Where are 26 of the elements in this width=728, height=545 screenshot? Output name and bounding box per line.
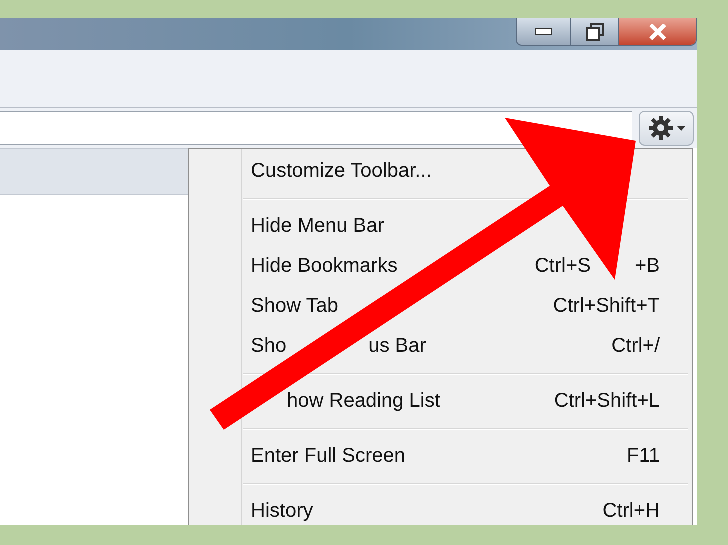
shortcut-text: Ctrl+S xyxy=(534,256,591,276)
minimize-button[interactable] xyxy=(517,18,571,45)
caret-icon xyxy=(676,126,686,130)
minimize-icon xyxy=(534,28,552,36)
close-button[interactable] xyxy=(619,18,696,45)
shortcut-text: +B xyxy=(634,256,660,276)
settings-button[interactable] xyxy=(639,110,694,146)
restore-icon xyxy=(586,22,604,40)
menu-item-label[interactable]: us Bar xyxy=(368,336,426,356)
close-icon xyxy=(648,24,666,40)
restore-button[interactable] xyxy=(571,18,619,45)
shortcut-text: Ctrl+/ xyxy=(612,336,660,356)
shortcut-text: Ctrl+H xyxy=(602,501,660,521)
menu-item-label[interactable]: History xyxy=(251,501,314,521)
menu-item-label[interactable]: Show Tab xyxy=(251,296,338,316)
menu-item-label[interactable]: Sho xyxy=(251,336,287,356)
menu-item-label[interactable]: Hide Menu Bar xyxy=(251,216,384,236)
settings-icon xyxy=(648,115,674,141)
menu-item-label[interactable]: Hide Bookmarks xyxy=(251,256,398,276)
address-field[interactable] xyxy=(0,111,632,145)
menu-item-label[interactable]: Enter Full Screen xyxy=(251,446,406,466)
shortcut-text: Ctrl+Shift+T xyxy=(553,296,660,316)
menu-item-label[interactable]: Customize Toolbar... xyxy=(251,161,432,181)
menu-item-label[interactable]: how Reading List xyxy=(287,391,440,411)
shortcut-text: Ctrl+Shift+L xyxy=(554,391,660,411)
shortcut-text: F11 xyxy=(627,446,660,466)
